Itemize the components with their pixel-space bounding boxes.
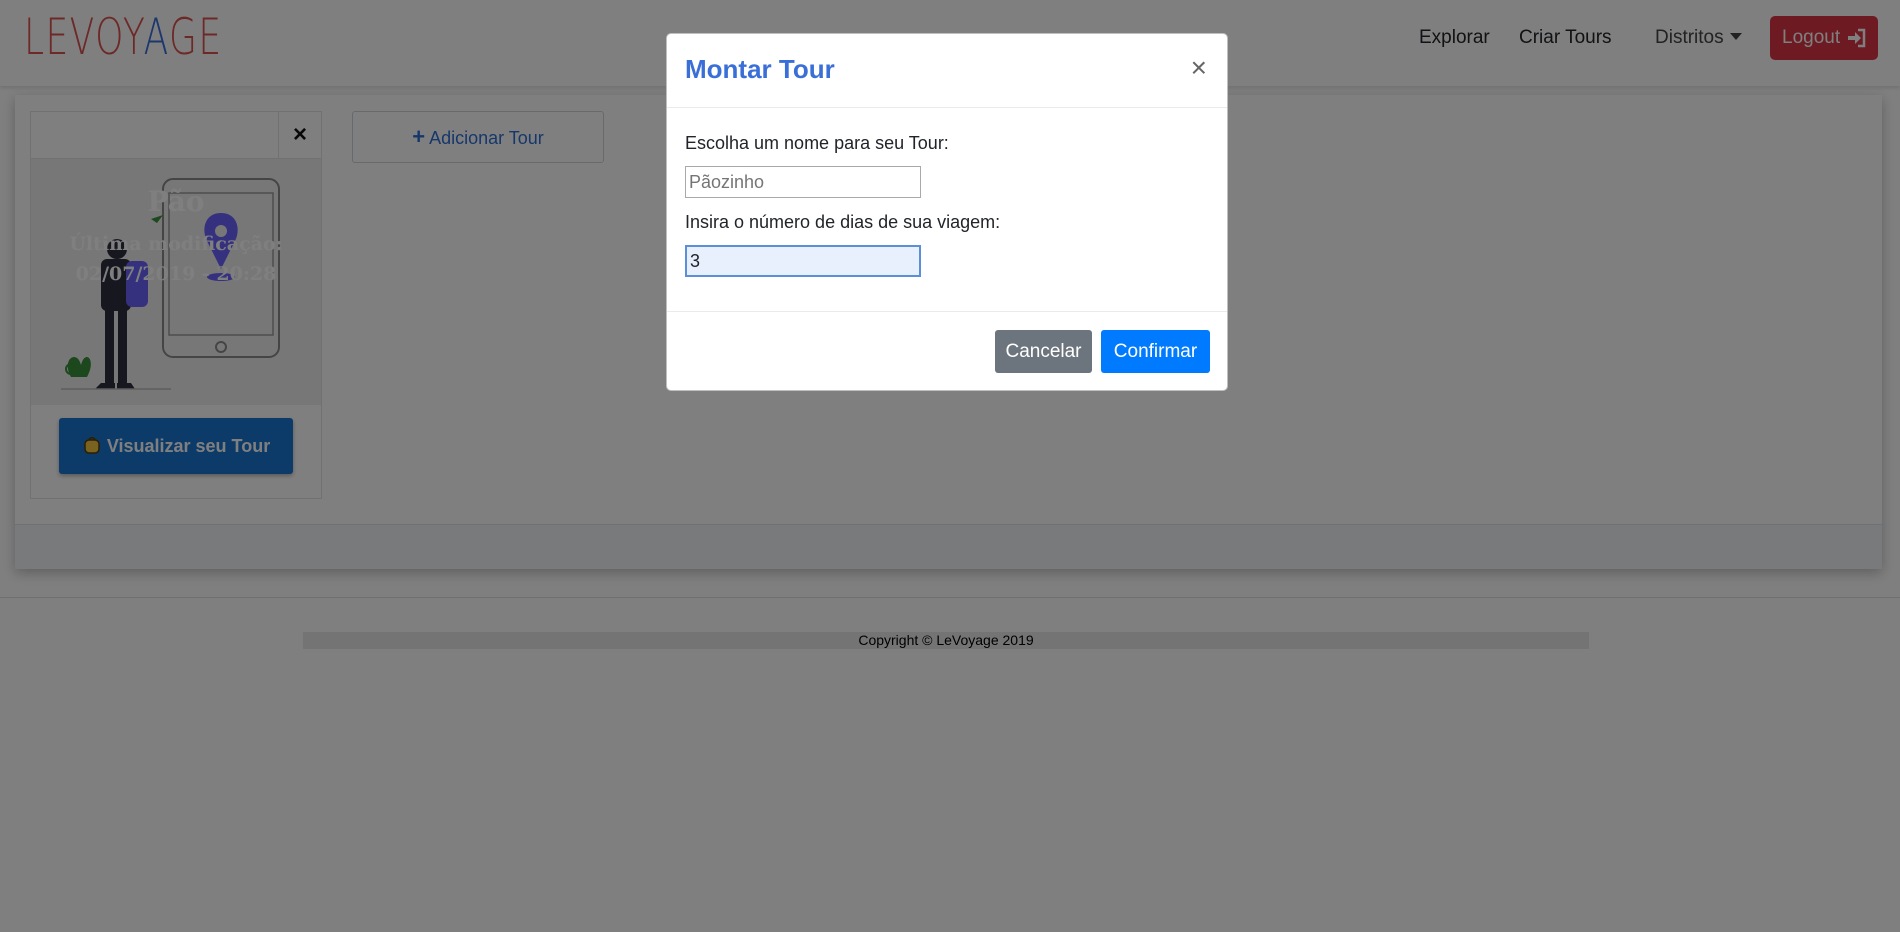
trip-days-input[interactable]: [685, 245, 921, 277]
montar-tour-modal: Montar Tour × Escolha um nome para seu T…: [666, 33, 1228, 391]
close-icon[interactable]: ×: [1191, 52, 1207, 84]
modal-header: Montar Tour ×: [667, 34, 1227, 108]
tour-name-label: Escolha um nome para seu Tour:: [685, 133, 949, 153]
trip-days-label: Insira o número de dias de sua viagem:: [685, 212, 1001, 232]
modal-title: Montar Tour: [685, 54, 835, 84]
tour-name-input[interactable]: [685, 166, 921, 198]
cancel-button[interactable]: Cancelar: [995, 330, 1092, 373]
confirm-button[interactable]: Confirmar: [1101, 330, 1210, 373]
modal-footer: Cancelar Confirmar: [667, 311, 1227, 392]
